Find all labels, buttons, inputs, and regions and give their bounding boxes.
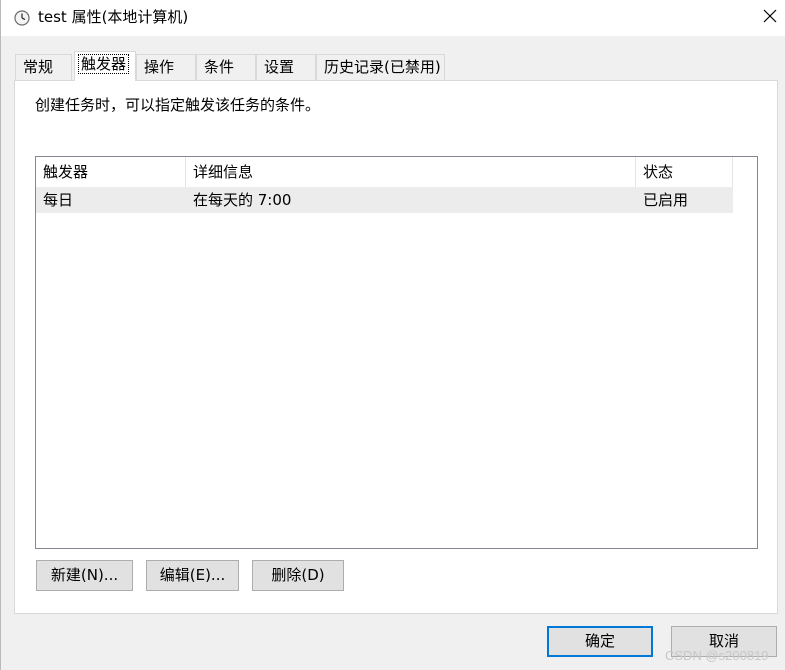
new-trigger-button[interactable]: 新建(N)... — [36, 560, 133, 591]
delete-trigger-button[interactable]: 删除(D) — [252, 560, 344, 591]
tab-label: 历史记录(已禁用) — [324, 58, 441, 76]
watermark: CSDN @s200819 — [665, 648, 769, 663]
column-header-label: 状态 — [643, 163, 674, 181]
tab-settings[interactable]: 设置 — [256, 54, 316, 80]
column-header-status[interactable]: 状态 — [636, 157, 733, 187]
list-header: 触发器 详细信息 状态 — [36, 157, 733, 187]
column-header-details[interactable]: 详细信息 — [186, 157, 636, 187]
cell-status: 已启用 — [643, 191, 689, 209]
ok-button[interactable]: 确定 — [547, 626, 653, 657]
tab-label: 触发器 — [78, 54, 130, 74]
cell-trigger: 每日 — [43, 191, 74, 209]
cell-details: 在每天的 7:00 — [193, 191, 292, 209]
properties-dialog: test 属性(本地计算机) 常规 触发器 操作 条件 设置 历史记录(已禁用)… — [0, 0, 785, 670]
window-title: test 属性(本地计算机) — [38, 8, 189, 26]
column-header-label: 详细信息 — [193, 163, 254, 181]
table-row[interactable]: 每日 在每天的 7:00 已启用 — [36, 187, 733, 213]
column-header-trigger[interactable]: 触发器 — [36, 157, 186, 187]
close-button[interactable] — [753, 0, 785, 36]
panel-description: 创建任务时，可以指定触发该任务的条件。 — [35, 96, 321, 114]
clock-icon — [14, 10, 30, 26]
tab-triggers[interactable]: 触发器 — [74, 51, 136, 81]
tab-label: 操作 — [144, 58, 175, 76]
title-bar[interactable]: test 属性(本地计算机) — [1, 0, 785, 36]
column-header-label: 触发器 — [43, 163, 89, 181]
tab-history[interactable]: 历史记录(已禁用) — [316, 54, 445, 80]
tab-conditions[interactable]: 条件 — [196, 54, 256, 80]
edit-trigger-button[interactable]: 编辑(E)... — [146, 560, 239, 591]
tab-label: 设置 — [264, 58, 295, 76]
close-icon — [763, 9, 777, 27]
tab-label: 常规 — [23, 58, 54, 76]
trigger-list[interactable]: 触发器 详细信息 状态 每日 在每天的 7:00 已启用 — [35, 156, 758, 549]
tab-general[interactable]: 常规 — [15, 54, 72, 80]
tab-actions[interactable]: 操作 — [136, 54, 196, 80]
tab-panel-triggers: 创建任务时，可以指定触发该任务的条件。 触发器 详细信息 状态 每日 在每天的 … — [14, 80, 778, 614]
tab-label: 条件 — [204, 58, 235, 76]
